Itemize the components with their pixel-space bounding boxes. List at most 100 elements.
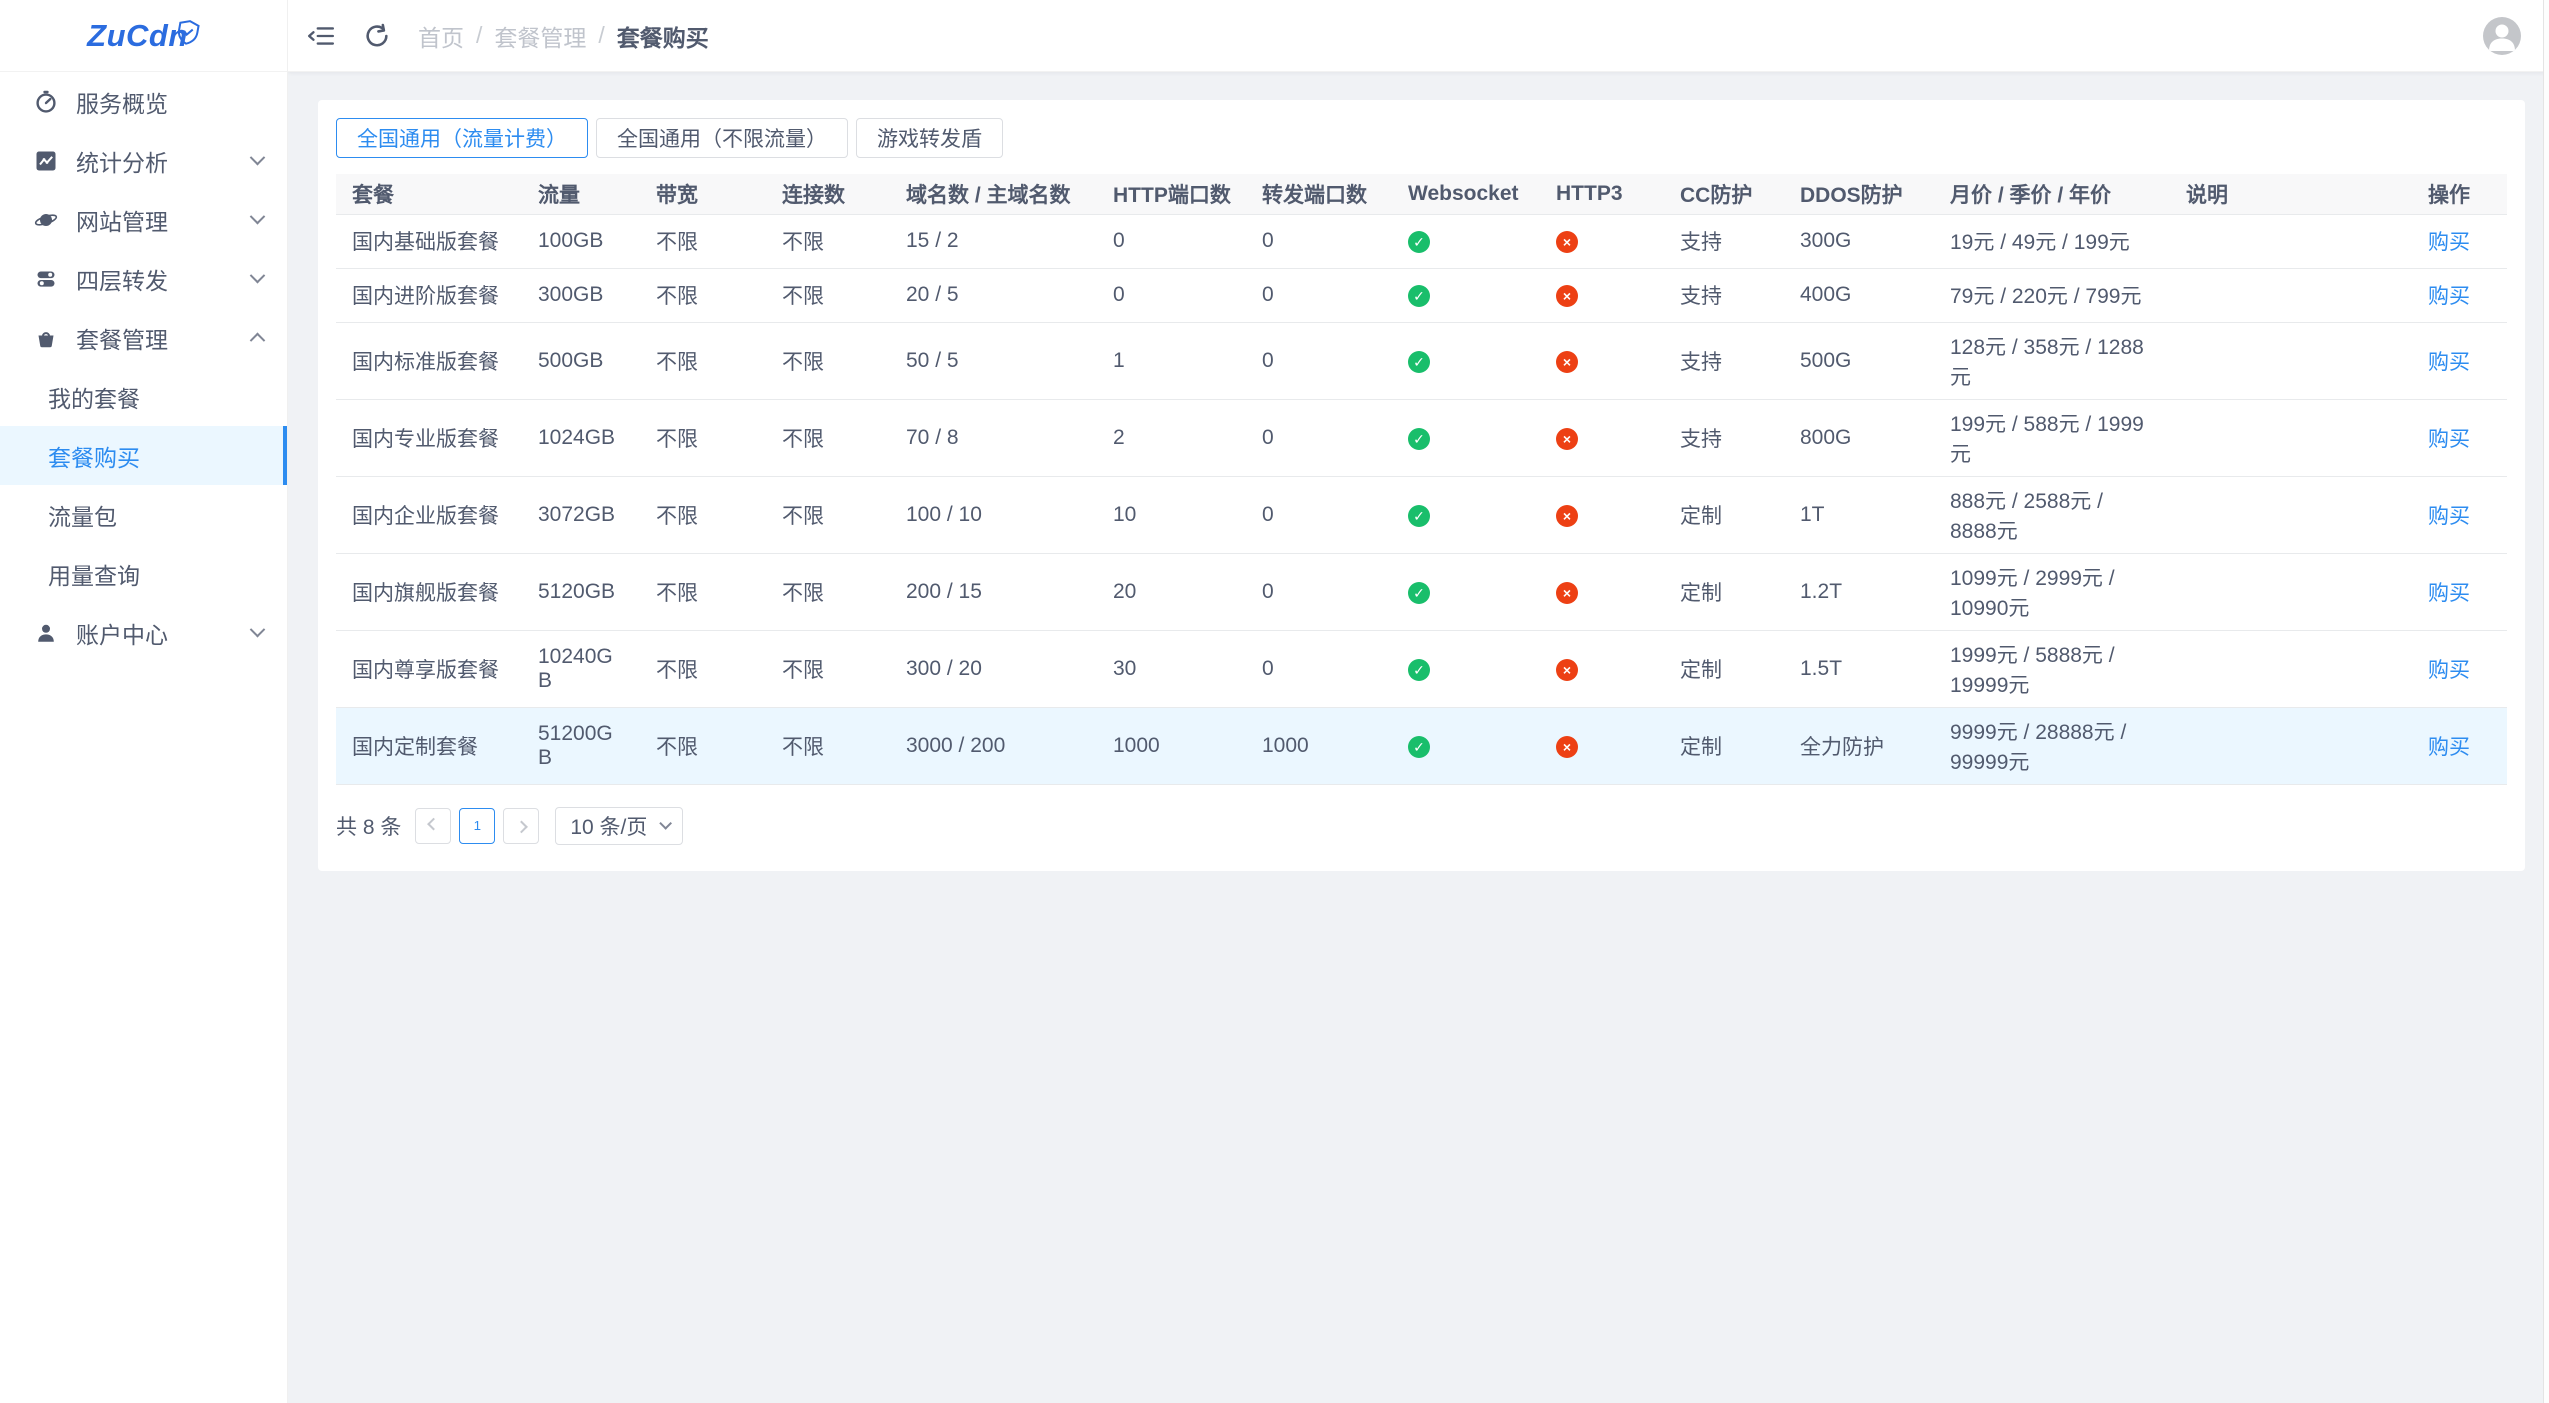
sidebar-item-service-overview[interactable]: 服务概览 [0,72,287,131]
cell-price: 1999元 / 5888元 / 19999元 [1934,630,2170,707]
buy-link[interactable]: 购买 [2428,582,2470,605]
column-header-name: 套餐 [336,174,522,214]
check-circle-icon: ✓ [1408,231,1430,253]
cell-cc: 支持 [1664,322,1784,399]
refresh-icon[interactable] [362,21,392,51]
buy-link[interactable]: 购买 [2428,505,2470,528]
cell-note [2170,553,2412,630]
page-size-select[interactable]: 10 条/页 [555,807,683,845]
cell-connections: 不限 [766,322,890,399]
tab-game-forward-shield[interactable]: 游戏转发盾 [856,118,1003,158]
sidebar-item-account-center[interactable]: 账户中心 [0,603,287,662]
column-header-action: 操作 [2412,174,2507,214]
column-header-traffic: 流量 [522,174,640,214]
planet-icon [34,208,58,232]
buy-link[interactable]: 购买 [2428,428,2470,451]
basket-icon [34,326,58,350]
tab-national-traffic-billing[interactable]: 全国通用（流量计费） [336,118,588,158]
cell-http3: × [1540,476,1664,553]
pagination-prev-button[interactable] [415,808,451,844]
chevron-down-icon [250,622,266,638]
sidebar-collapse-icon[interactable] [306,21,336,51]
cell-connections: 不限 [766,214,890,268]
table-row: 国内进阶版套餐300GB不限不限20 / 500✓×支持400G79元 / 22… [336,268,2507,322]
cell-bandwidth: 不限 [640,322,766,399]
cell-forward_ports: 0 [1246,553,1392,630]
gauge-icon [34,90,58,114]
pagination-page-1[interactable]: 1 [459,808,495,844]
cell-price: 19元 / 49元 / 199元 [1934,214,2170,268]
app-root: ZuCdn 服务概览 [0,0,2549,1403]
cell-action: 购买 [2412,268,2507,322]
buy-link[interactable]: 购买 [2428,231,2470,254]
cell-websocket: ✓ [1392,268,1540,322]
cell-name: 国内标准版套餐 [336,322,522,399]
cell-websocket: ✓ [1392,630,1540,707]
cell-price: 888元 / 2588元 / 8888元 [1934,476,2170,553]
cell-price: 128元 / 358元 / 1288元 [1934,322,2170,399]
cell-domains: 20 / 5 [890,268,1097,322]
buy-link[interactable]: 购买 [2428,736,2470,759]
sidebar-item-label: 流量包 [48,498,117,532]
sidebar-item-statistics[interactable]: 统计分析 [0,131,287,190]
buy-link[interactable]: 购买 [2428,659,2470,682]
cell-action: 购买 [2412,630,2507,707]
column-header-domains: 域名数 / 主域名数 [890,174,1097,214]
cell-http3: × [1540,707,1664,784]
sidebar-item-layer4-forward[interactable]: 四层转发 [0,249,287,308]
table-row: 国内基础版套餐100GB不限不限15 / 200✓×支持300G19元 / 49… [336,214,2507,268]
logo-shield-icon [174,17,202,48]
cell-price: 1099元 / 2999元 / 10990元 [1934,553,2170,630]
breadcrumb: 首页 / 套餐管理 / 套餐购买 [418,19,709,53]
sidebar-item-usage-query[interactable]: 用量查询 [0,544,287,603]
package-table: 套餐流量带宽连接数域名数 / 主域名数HTTP端口数转发端口数Websocket… [336,174,2507,785]
cell-traffic: 1024GB [522,399,640,476]
breadcrumb-package-management[interactable]: 套餐管理 [494,19,586,53]
cell-name: 国内旗舰版套餐 [336,553,522,630]
check-circle-icon: ✓ [1408,582,1430,604]
cell-ddos: 500G [1784,322,1934,399]
cell-connections: 不限 [766,399,890,476]
tab-national-unlimited[interactable]: 全国通用（不限流量） [596,118,848,158]
column-header-ddos: DDOS防护 [1784,174,1934,214]
cell-connections: 不限 [766,707,890,784]
cell-name: 国内专业版套餐 [336,399,522,476]
table-row: 国内企业版套餐3072GB不限不限100 / 10100✓×定制1T888元 /… [336,476,2507,553]
cell-action: 购买 [2412,553,2507,630]
close-circle-icon: × [1556,428,1578,450]
cell-ddos: 全力防护 [1784,707,1934,784]
close-circle-icon: × [1556,285,1578,307]
column-header-websocket: Websocket [1392,174,1540,214]
user-avatar[interactable] [2483,17,2521,55]
sidebar-item-my-packages[interactable]: 我的套餐 [0,367,287,426]
table-row: 国内尊享版套餐10240GB不限不限300 / 20300✓×定制1.5T199… [336,630,2507,707]
sidebar-item-package-management[interactable]: 套餐管理 [0,308,287,367]
breadcrumb-current: 套餐购买 [617,19,709,53]
buy-link[interactable]: 购买 [2428,285,2470,308]
cell-ddos: 1.2T [1784,553,1934,630]
breadcrumb-home[interactable]: 首页 [418,19,464,53]
cell-forward_ports: 0 [1246,476,1392,553]
pagination-next-button[interactable] [503,808,539,844]
sidebar-item-package-purchase[interactable]: 套餐购买 [0,426,287,485]
package-card: 全国通用（流量计费） 全国通用（不限流量） 游戏转发盾 套餐流量带宽连接数域名数… [318,100,2525,871]
browser-scrollbar[interactable] [2543,0,2549,1403]
close-circle-icon: × [1556,231,1578,253]
cell-traffic: 5120GB [522,553,640,630]
cell-bandwidth: 不限 [640,630,766,707]
cell-name: 国内尊享版套餐 [336,630,522,707]
app-logo[interactable]: ZuCdn [0,0,287,72]
cell-traffic: 300GB [522,268,640,322]
check-circle-icon: ✓ [1408,285,1430,307]
cell-traffic: 51200GB [522,707,640,784]
pagination-total: 共 8 条 [336,811,401,841]
sidebar-item-traffic-packages[interactable]: 流量包 [0,485,287,544]
buy-link[interactable]: 购买 [2428,351,2470,374]
cell-action: 购买 [2412,214,2507,268]
cell-note [2170,214,2412,268]
check-circle-icon: ✓ [1408,505,1430,527]
cell-note [2170,322,2412,399]
sidebar-item-website-management[interactable]: 网站管理 [0,190,287,249]
user-icon [34,621,58,645]
table-header-row: 套餐流量带宽连接数域名数 / 主域名数HTTP端口数转发端口数Websocket… [336,174,2507,214]
